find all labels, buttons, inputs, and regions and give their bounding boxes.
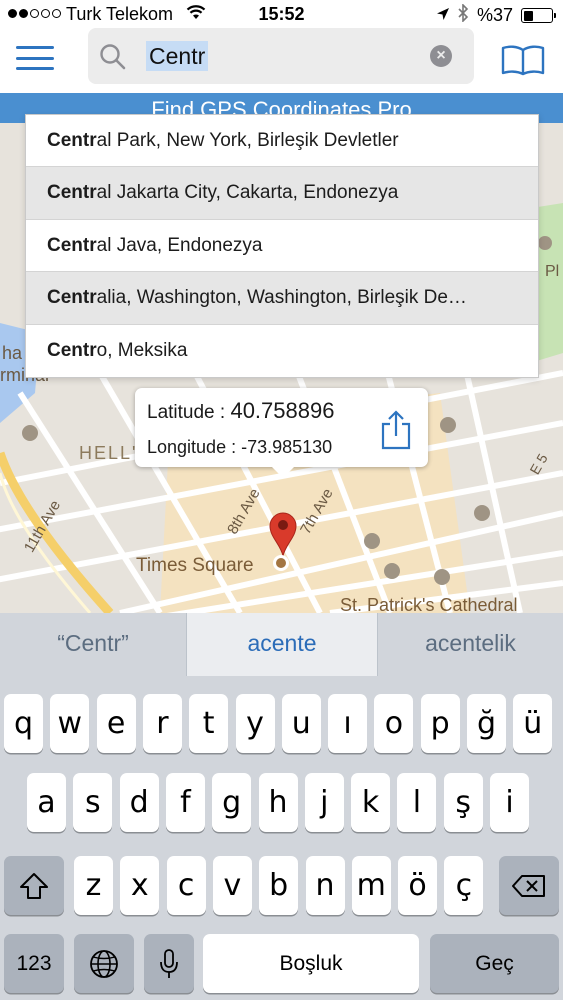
key-i[interactable]: i	[490, 773, 529, 832]
key-ğ[interactable]: ğ	[467, 694, 506, 753]
search-input[interactable]: Centr	[146, 41, 209, 71]
map-label: St. Patrick's Cathedral	[340, 595, 518, 613]
key-z[interactable]: z	[74, 856, 113, 915]
key-g[interactable]: g	[212, 773, 252, 832]
prediction-bar: “Centr” acente acentelik	[0, 613, 563, 676]
key-t[interactable]: t	[189, 694, 229, 753]
key-x[interactable]: x	[120, 856, 160, 915]
suggestion-item[interactable]: Central Jakarta City, Cakarta, Endonezya	[26, 167, 538, 220]
microphone-icon	[160, 948, 178, 978]
bookmarks-book-icon[interactable]	[500, 44, 546, 81]
key-k[interactable]: k	[351, 773, 391, 832]
key-o[interactable]: o	[374, 694, 414, 753]
search-field[interactable]: Centr ×	[88, 28, 474, 84]
times-square-poi-icon	[273, 555, 289, 571]
status-bar: Turk Telekom 15:52 %37	[0, 0, 563, 28]
autocomplete-list: Central Park, New York, Birleşik Devletl…	[25, 114, 539, 378]
share-icon[interactable]	[379, 410, 413, 455]
key-ş[interactable]: ş	[443, 773, 483, 832]
key-ü[interactable]: ü	[513, 694, 553, 753]
key-l[interactable]: l	[397, 773, 437, 832]
prediction-literal[interactable]: “Centr”	[0, 613, 186, 676]
key-u[interactable]: u	[281, 694, 321, 753]
navigation-bar: Centr ×	[0, 28, 563, 93]
battery-percent: %37	[476, 5, 513, 25]
map-label: ha	[2, 343, 23, 363]
key-w[interactable]: w	[50, 694, 90, 753]
suggestion-item[interactable]: Centralia, Washington, Washington, Birle…	[26, 272, 538, 325]
key-p[interactable]: p	[420, 694, 460, 753]
dictation-key[interactable]	[144, 934, 194, 993]
prediction-suggestion[interactable]: acentelik	[378, 613, 563, 676]
globe-icon	[90, 949, 118, 978]
key-ö[interactable]: ö	[398, 856, 438, 915]
longitude-row: Longitude : -73.985130	[147, 437, 333, 457]
key-b[interactable]: b	[259, 856, 299, 915]
prediction-suggestion[interactable]: acente	[187, 613, 377, 676]
bluetooth-icon	[458, 3, 469, 27]
key-j[interactable]: j	[304, 773, 344, 832]
latitude-value: 40.758896	[230, 398, 335, 423]
hamburger-menu-icon[interactable]	[16, 46, 54, 70]
shift-key[interactable]	[4, 856, 64, 915]
key-h[interactable]: h	[258, 773, 298, 832]
map-label: Pl	[545, 263, 560, 280]
key-c[interactable]: c	[166, 856, 206, 915]
key-v[interactable]: v	[212, 856, 252, 915]
key-a[interactable]: a	[27, 773, 66, 832]
suggestion-item[interactable]: Central Park, New York, Birleşik Devletl…	[26, 115, 538, 168]
coordinates-callout: Latitude : 40.758896 Longitude : -73.985…	[135, 388, 428, 478]
delete-key[interactable]	[499, 856, 559, 915]
latitude-row: Latitude : 40.758896	[147, 398, 335, 423]
search-icon	[98, 42, 128, 77]
key-ç[interactable]: ç	[444, 856, 484, 915]
backspace-icon	[512, 874, 545, 897]
key-m[interactable]: m	[351, 856, 391, 915]
key-r[interactable]: r	[142, 694, 182, 753]
space-key[interactable]: Boşluk	[203, 934, 419, 993]
numbers-key[interactable]: 123	[4, 934, 64, 993]
longitude-value: -73.985130	[241, 437, 333, 457]
key-d[interactable]: d	[119, 773, 159, 832]
clear-text-icon[interactable]: ×	[430, 45, 452, 67]
key-y[interactable]: y	[235, 694, 275, 753]
key-n[interactable]: n	[305, 856, 345, 915]
location-arrow-icon	[436, 5, 450, 26]
suggestion-item[interactable]: Centro, Meksika	[26, 325, 538, 377]
keyboard: “Centr” acente acentelik 123 Boşluk Geç …	[0, 613, 563, 1000]
battery-icon	[521, 8, 556, 23]
map-label: Times Square	[136, 555, 254, 576]
suggestion-item[interactable]: Central Java, Endonezya	[26, 220, 538, 273]
key-e[interactable]: e	[96, 694, 136, 753]
key-ı[interactable]: ı	[328, 694, 368, 753]
go-key[interactable]: Geç	[430, 934, 559, 993]
key-q[interactable]: q	[4, 694, 43, 753]
key-s[interactable]: s	[73, 773, 113, 832]
key-f[interactable]: f	[165, 773, 205, 832]
shift-arrow-icon	[20, 872, 48, 899]
globe-key[interactable]	[74, 934, 134, 993]
